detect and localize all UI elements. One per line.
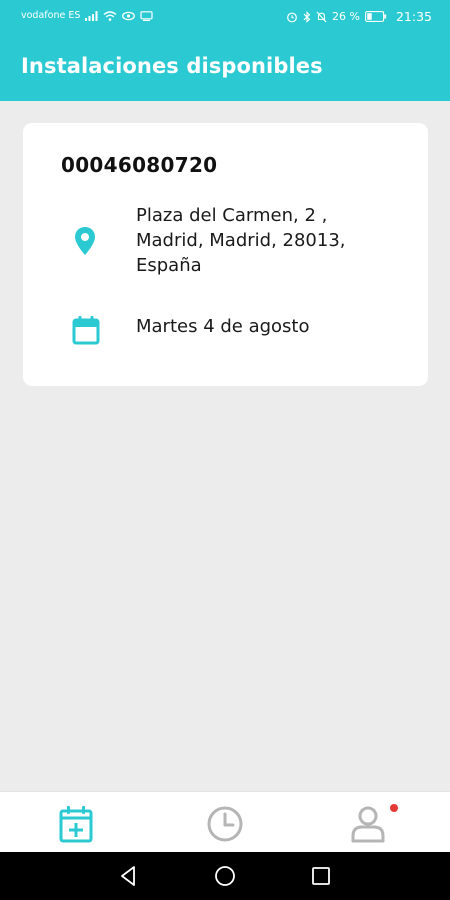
- screen-icon: [140, 10, 153, 21]
- carrier-label: vodafone ES: [21, 10, 81, 21]
- back-icon[interactable]: [117, 864, 141, 888]
- recents-icon[interactable]: [309, 864, 333, 888]
- status-bar: vodafone ES 26 % 21:35: [0, 0, 450, 34]
- calendar-icon: [72, 316, 100, 345]
- app-header: vodafone ES 26 % 21:35 Instalaciones dis…: [0, 0, 450, 101]
- wifi-icon: [103, 10, 117, 21]
- installation-date: Martes 4 de agosto: [136, 316, 310, 337]
- notification-dot: [390, 804, 398, 812]
- user-icon: [351, 806, 385, 843]
- clock-time: 21:35: [395, 9, 432, 24]
- home-icon[interactable]: [213, 864, 237, 888]
- bluetooth-icon: [303, 10, 311, 23]
- calendar-add-icon: [59, 806, 93, 843]
- installation-id: 00046080720: [61, 153, 218, 177]
- location-pin-icon: [75, 227, 95, 255]
- alarm-icon: [287, 12, 297, 22]
- system-navigation-bar: [0, 852, 450, 900]
- installation-card[interactable]: 00046080720 Plaza del Carmen, 2 , Madrid…: [23, 123, 428, 386]
- battery-icon: [365, 11, 387, 22]
- nav-new-appointment[interactable]: [54, 802, 98, 846]
- page-title: Instalaciones disponibles: [21, 54, 323, 78]
- eye-icon: [122, 11, 136, 20]
- mute-icon: [316, 11, 327, 22]
- signal-icon: [85, 10, 98, 21]
- bottom-navigation: [0, 791, 450, 853]
- clock-icon: [207, 806, 243, 842]
- battery-percent: 26 %: [332, 10, 360, 23]
- nav-profile[interactable]: [346, 802, 390, 846]
- installation-address: Plaza del Carmen, 2 , Madrid, Madrid, 28…: [136, 205, 346, 276]
- nav-history[interactable]: [203, 802, 247, 846]
